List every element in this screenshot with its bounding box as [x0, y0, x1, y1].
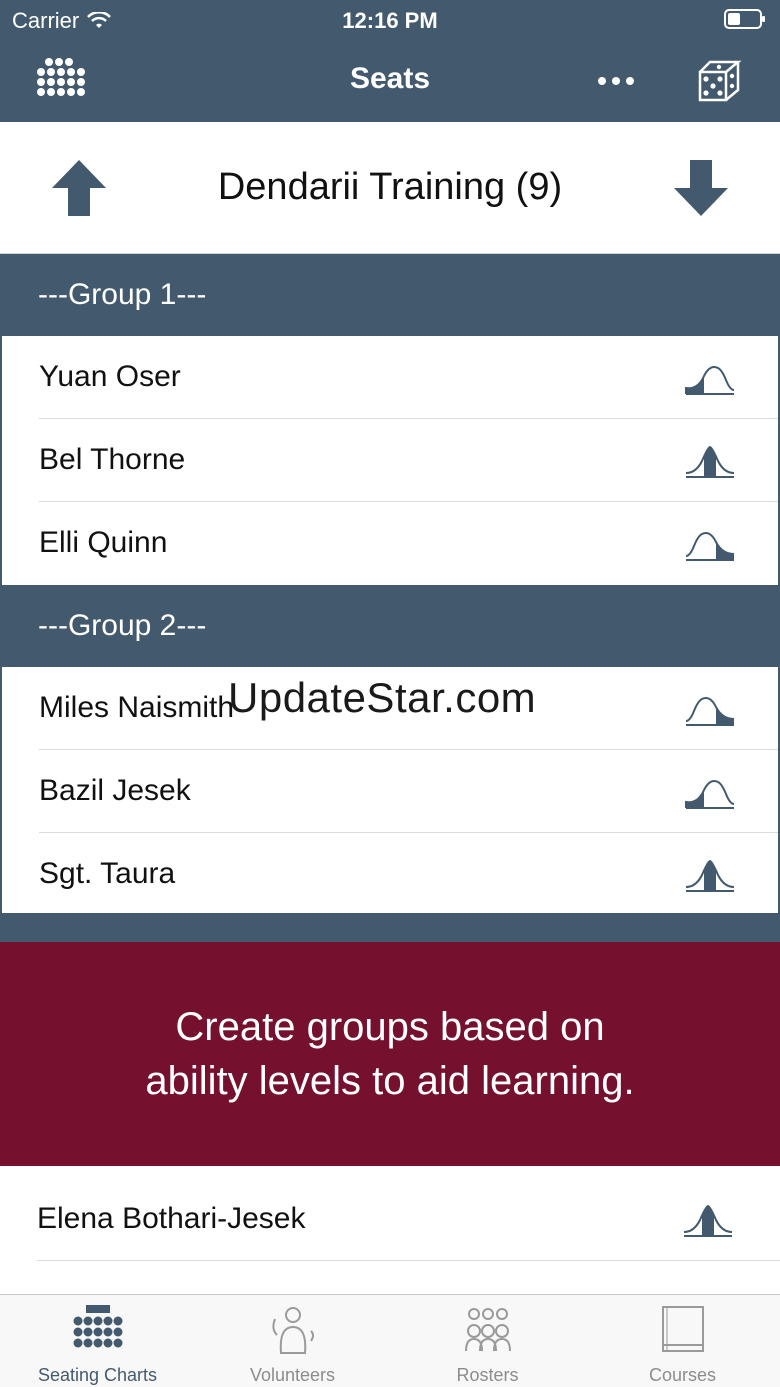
status-time: 12:16 PM [342, 8, 438, 33]
ability-low-icon[interactable] [684, 360, 736, 396]
tab-label: Seating Charts [37, 1365, 158, 1385]
ability-mid-icon[interactable] [682, 1202, 734, 1238]
class-title: Dendarii Training (9) [217, 166, 563, 208]
ability-low-icon[interactable] [684, 774, 736, 810]
group-header[interactable]: ---Group 2--- [0, 585, 780, 667]
ability-mid-icon[interactable] [684, 443, 736, 479]
tab-label: Courses [648, 1365, 717, 1385]
tab-label: Volunteers [249, 1365, 336, 1385]
tab-rosters[interactable]: Rosters [390, 1295, 585, 1387]
row-separator [37, 1260, 780, 1261]
watermark: UpdateStar.com [228, 674, 537, 721]
list-item[interactable]: Bazil Jesek [2, 750, 778, 833]
ability-high-icon[interactable] [684, 691, 736, 727]
student-name: Miles Naismith [39, 691, 235, 724]
group-header[interactable]: ---Group 1--- [0, 254, 780, 336]
arrow-down-icon[interactable] [670, 156, 732, 220]
roster-icon [465, 1308, 511, 1352]
book-icon [662, 1306, 704, 1352]
banner-line-2: ability levels to aid learning. [145, 1059, 635, 1103]
student-name: Sgt. Taura [39, 857, 176, 890]
student-name: Elena Bothari-Jesek [37, 1202, 306, 1235]
status-bar: Carrier 12:16 PM [0, 0, 780, 40]
list-item[interactable]: Bel Thorne [2, 419, 778, 502]
battery-icon [724, 9, 765, 29]
ability-mid-icon[interactable] [684, 857, 736, 893]
dice-icon[interactable] [694, 56, 744, 106]
tab-courses[interactable]: Courses [585, 1295, 780, 1387]
promo-banner: Create groups based on ability levels to… [0, 942, 780, 1166]
volunteer-icon [272, 1307, 314, 1354]
group-card: Yuan Oser Bel Thorne Elli Quinn [2, 336, 778, 585]
more-icon[interactable] [590, 66, 642, 96]
tab-bar: Seating Charts Volunteers Rosters Course… [0, 1294, 780, 1387]
list-item[interactable]: Yuan Oser [2, 336, 778, 419]
group-card: Elena Bothari-Jesek [0, 1166, 780, 1294]
list-item[interactable]: Sgt. Taura [2, 833, 778, 913]
class-header: Dendarii Training (9) [0, 122, 780, 254]
tab-volunteers[interactable]: Volunteers [195, 1295, 390, 1387]
tab-label: Rosters [456, 1365, 519, 1385]
student-name: Elli Quinn [39, 526, 168, 559]
nav-bar: Seats [0, 40, 780, 122]
seating-chart-icon [73, 1305, 123, 1348]
list-item[interactable]: Elli Quinn [2, 502, 778, 585]
student-name: Yuan Oser [39, 360, 181, 393]
student-name: Bazil Jesek [39, 774, 191, 807]
student-name: Bel Thorne [39, 443, 186, 476]
ability-high-icon[interactable] [684, 526, 736, 562]
nav-title: Seats [349, 62, 431, 95]
tab-seating-charts[interactable]: Seating Charts [0, 1295, 195, 1387]
banner-line-1: Create groups based on [175, 1005, 605, 1049]
list-item[interactable]: Elena Bothari-Jesek [0, 1178, 780, 1261]
